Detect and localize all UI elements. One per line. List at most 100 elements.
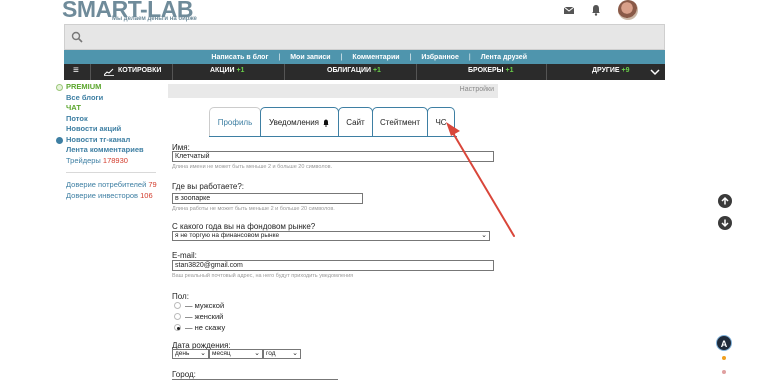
arrow-up-icon (721, 196, 729, 205)
indicator-dot (722, 370, 726, 374)
sidebar-consumer-count: 79 (148, 180, 157, 189)
nav-divider (416, 64, 417, 80)
birth-day-value: день (175, 350, 190, 357)
settings-title: Настройки (459, 86, 494, 93)
nav-brokers-label: БРОКЕРЫ (468, 67, 504, 74)
year-select-value: я не торгую на финансовом рынке (175, 232, 280, 239)
chevron-down-icon: ⌄ (200, 350, 206, 357)
sidebar-tg-label: Новости тг-канал (66, 134, 131, 144)
user-avatar[interactable] (618, 0, 638, 20)
email-label: E-mail: (172, 251, 197, 260)
search-icon[interactable] (71, 31, 83, 43)
sidebar-item-consumer-trust[interactable]: Доверие потребителей 79 (56, 180, 166, 191)
mail-icon[interactable] (563, 4, 575, 16)
radio-female[interactable] (174, 313, 181, 320)
sidebar-item-stock-news[interactable]: Новости акций (56, 124, 166, 135)
tab-notifications-label: Уведомления (268, 118, 320, 127)
work-hint: Длина работы не может быть меньше 2 и бо… (172, 206, 335, 212)
left-sidebar: PREMIUM Все блоги ЧАТ Поток Новости акци… (56, 82, 166, 201)
nav-brokers-count: +1 (505, 67, 514, 74)
chart-icon (104, 68, 114, 76)
accessibility-button[interactable]: A (716, 335, 732, 351)
annotation-arrow (446, 122, 515, 237)
sidebar-item-chat[interactable]: ЧАТ (56, 103, 166, 114)
bell-icon[interactable] (590, 4, 602, 16)
nav-brokers[interactable]: БРОКЕРЫ +1 (468, 67, 513, 74)
birth-year-select[interactable]: год ⌄ (263, 349, 301, 359)
gender-option-unspecified[interactable]: — не скажу (174, 323, 225, 332)
sidebar-item-premium[interactable]: PREMIUM (56, 82, 166, 93)
sidebar-divider (66, 172, 156, 173)
sidebar-item-investor-trust[interactable]: Доверие инвесторов 106 (56, 191, 166, 202)
gender-unspecified-label: — не скажу (185, 323, 226, 332)
birth-day-select[interactable]: день ⌄ (172, 349, 209, 359)
sidebar-item-traders[interactable]: Трейдеры 178930 (56, 156, 166, 167)
nav-separator: | (409, 53, 412, 61)
nav-separator: | (340, 53, 343, 61)
work-field[interactable]: в зоопарке (172, 193, 363, 204)
gender-label: Пол: (172, 292, 189, 301)
search-bar[interactable] (64, 24, 665, 50)
email-field[interactable]: stan3820@gmail.com (172, 260, 494, 271)
nav-comments[interactable]: Комментарии (352, 54, 399, 61)
gender-option-female[interactable]: — женский (174, 312, 223, 321)
settings-tabs: Профиль Уведомления Сайт Стейтмент ЧС (209, 107, 455, 137)
nav-other-label: ДРУГИЕ (592, 67, 620, 74)
tab-site-label: Сайт (346, 118, 365, 127)
radio-unspecified[interactable] (174, 324, 181, 331)
gender-female-label: — женский (185, 312, 224, 321)
telegram-icon (56, 136, 63, 144)
tab-site[interactable]: Сайт (338, 107, 373, 137)
market-nav-bar: ≡ КОТИРОВКИ АКЦИИ +1 ОБЛИГАЦИИ +1 БРОКЕР… (64, 64, 665, 80)
nav-bonds[interactable]: ОБЛИГАЦИИ +1 (327, 67, 381, 74)
nav-quotes[interactable]: КОТИРОВКИ (118, 67, 161, 74)
arrow-down-icon (721, 219, 729, 228)
settings-header: Настройки (168, 84, 498, 98)
scroll-up-button[interactable] (718, 194, 732, 208)
tab-profile[interactable]: Профиль (209, 107, 261, 137)
gender-male-label: — мужской (185, 301, 225, 310)
user-nav-bar: Написать в блог | Мои записи | Комментар… (64, 50, 665, 64)
sidebar-item-tg-news[interactable]: Новости тг-канал (56, 135, 166, 146)
nav-separator: | (468, 53, 471, 61)
nav-friends-feed[interactable]: Лента друзей (481, 54, 527, 61)
top-header: SMART-LAB Мы делаем деньги на бирже (0, 0, 758, 24)
nav-bonds-label: ОБЛИГАЦИИ (327, 67, 372, 74)
sidebar-traders-count: 178930 (102, 155, 128, 165)
tab-notifications[interactable]: Уведомления (260, 107, 339, 137)
nav-divider (284, 64, 285, 80)
birth-year-value: год (266, 350, 276, 357)
nav-bonds-count: +1 (372, 67, 381, 74)
indicator-dot (722, 356, 726, 360)
scroll-down-button[interactable] (718, 216, 732, 230)
radio-male[interactable] (174, 302, 181, 309)
nav-other[interactable]: ДРУГИЕ +9 (592, 67, 630, 74)
menu-icon[interactable]: ≡ (73, 65, 79, 76)
nav-my-posts[interactable]: Мои записи (290, 54, 330, 61)
nav-separator: | (278, 53, 281, 61)
sidebar-item-all-blogs[interactable]: Все блоги (56, 93, 166, 104)
email-hint: Ваш реальный почтовый адрес, на него буд… (172, 273, 354, 279)
nav-divider (172, 64, 173, 80)
city-label: Город: (172, 370, 196, 379)
nav-favorites[interactable]: Избранное (421, 54, 458, 61)
sidebar-item-stream[interactable]: Поток (56, 114, 166, 125)
nav-stocks-count: +1 (236, 67, 245, 74)
nav-quotes-label: КОТИРОВКИ (118, 67, 162, 74)
tab-statement[interactable]: Стейтмент (372, 107, 428, 137)
chevron-down-icon[interactable] (650, 68, 660, 76)
sidebar-investor-label: Доверие инвесторов (66, 190, 139, 200)
bell-icon (323, 119, 329, 127)
nav-stocks[interactable]: АКЦИИ +1 (210, 67, 244, 74)
work-label: Где вы работаете?: (172, 182, 245, 191)
gender-option-male[interactable]: — мужской (174, 301, 224, 310)
sidebar-investor-count: 106 (140, 190, 153, 200)
nav-write-blog[interactable]: Написать в блог (211, 54, 268, 61)
chevron-down-icon: ⌄ (254, 350, 260, 357)
nav-other-count: +9 (621, 67, 630, 74)
tab-statement-label: Стейтмент (380, 118, 420, 127)
tab-profile-label: Профиль (217, 118, 253, 127)
birth-month-select[interactable]: месяц ⌄ (209, 349, 263, 359)
sidebar-traders-label: Трейдеры (66, 155, 101, 165)
sidebar-item-comments-feed[interactable]: Лента комментариев (56, 145, 166, 156)
